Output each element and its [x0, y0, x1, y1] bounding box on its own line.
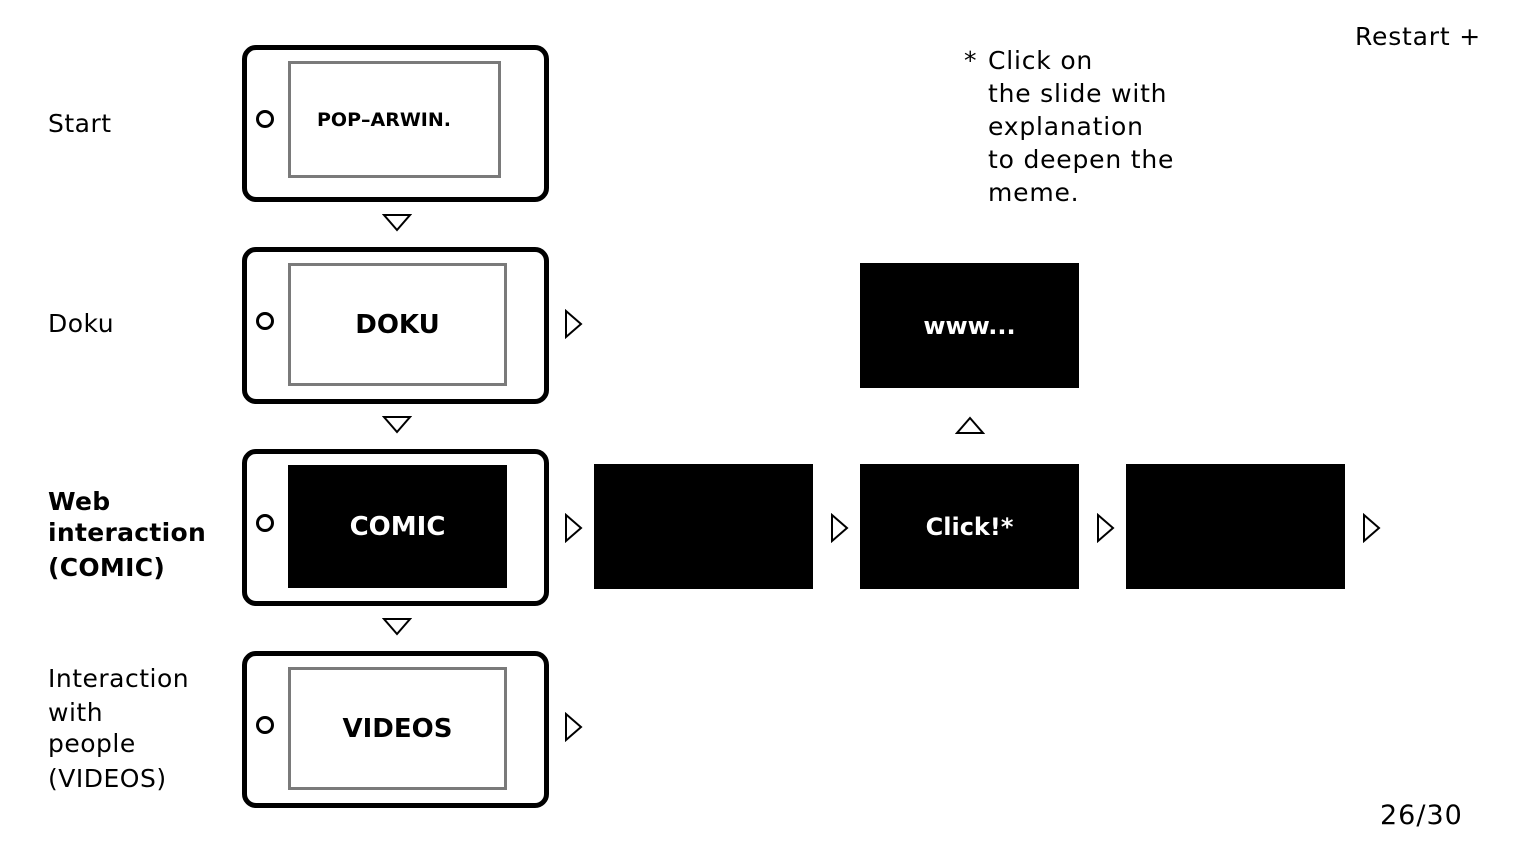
phone-comic[interactable]: COMIC: [242, 449, 549, 606]
phone-doku[interactable]: DOKU: [242, 247, 549, 404]
arrow-down-icon: [382, 416, 412, 434]
row-label-line: (COMIC): [48, 553, 166, 582]
phone-screen-doku: DOKU: [288, 263, 507, 386]
arrow-up-icon: [955, 416, 985, 434]
footnote-line: the slide with: [988, 79, 1168, 108]
home-button-icon: [256, 716, 274, 734]
arrow-right-icon: [565, 309, 583, 339]
footnote-line: explanation: [988, 112, 1144, 141]
footnote-line: to deepen the: [988, 145, 1175, 174]
restart-button[interactable]: Restart +: [1355, 22, 1481, 51]
home-button-icon: [256, 514, 274, 532]
phone-screen-comic: COMIC: [288, 465, 507, 588]
row-label-line: Doku: [48, 309, 115, 338]
row-label-comic: Web interaction (COMIC): [48, 486, 206, 583]
arrow-right-icon: [1363, 513, 1381, 543]
row-label-videos: Interaction with people (VIDEOS): [48, 663, 189, 794]
row-label-line: Start: [48, 109, 112, 138]
row-label-line: Interaction: [48, 664, 190, 693]
phone-screen-start: POP–ARWIN.: [288, 61, 501, 178]
slide-click[interactable]: Click!*: [860, 464, 1079, 589]
phone-videos[interactable]: VIDEOS: [242, 651, 549, 808]
home-button-icon: [256, 110, 274, 128]
footnote-line: Click on: [988, 46, 1094, 75]
page-indicator: 26/30: [1380, 800, 1463, 831]
arrow-right-icon: [1097, 513, 1115, 543]
row-label-line: people: [48, 729, 136, 758]
home-button-icon: [256, 312, 274, 330]
slide-click-label: Click!*: [925, 512, 1014, 541]
arrow-right-icon: [565, 712, 583, 742]
slide-comic-3[interactable]: [1126, 464, 1345, 589]
slide-comic-1[interactable]: [594, 464, 813, 589]
phone-screen-videos: VIDEOS: [288, 667, 507, 790]
row-label-line: Web: [48, 487, 111, 516]
row-label-line: (VIDEOS): [48, 764, 167, 793]
row-label-doku: Doku: [48, 308, 114, 339]
slide-www-label: www...: [923, 311, 1016, 340]
row-label-line: with: [48, 698, 104, 727]
row-label-line: interaction: [48, 518, 207, 547]
arrow-right-icon: [831, 513, 849, 543]
arrow-down-icon: [382, 618, 412, 636]
footnote-text: Click on the slide with explanation to d…: [988, 44, 1174, 209]
footnote-line: meme.: [988, 178, 1080, 207]
arrow-right-icon: [565, 513, 583, 543]
phone-start[interactable]: POP–ARWIN.: [242, 45, 549, 202]
arrow-down-icon: [382, 214, 412, 232]
footnote-marker: *: [964, 46, 978, 75]
row-label-start: Start: [48, 108, 112, 139]
slide-www[interactable]: www...: [860, 263, 1079, 388]
